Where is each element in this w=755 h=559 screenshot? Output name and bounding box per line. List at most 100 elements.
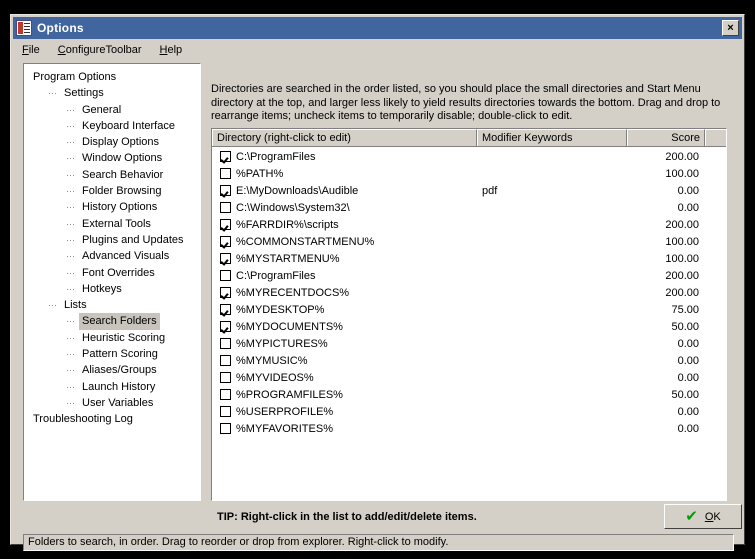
row-checkbox[interactable] xyxy=(220,406,231,417)
table-row[interactable]: %COMMONSTARTMENU% 100.00 xyxy=(212,233,726,250)
cell-score: 0.00 xyxy=(677,354,699,367)
sidebar-item-settings[interactable]: ··· Settings xyxy=(24,85,200,101)
sidebar-item-aliases-groups[interactable]: ··· Aliases/Groups xyxy=(24,362,200,378)
options-list-icon xyxy=(16,20,32,36)
sidebar-item-search-behavior[interactable]: ··· Search Behavior xyxy=(24,167,200,183)
row-checkbox[interactable] xyxy=(220,236,231,247)
directory-label: %USERPROFILE% xyxy=(236,405,334,418)
menu-item-configuretoolbar[interactable]: ConfigureToolbar xyxy=(49,43,151,57)
row-checkbox[interactable] xyxy=(220,202,231,213)
menu-item-file[interactable]: File xyxy=(13,43,49,57)
sidebar-item-plugins-and-updates[interactable]: ··· Plugins and Updates xyxy=(24,232,200,248)
row-checkbox[interactable] xyxy=(220,338,231,349)
table-row[interactable]: %MYPICTURES% 0.00 xyxy=(212,335,726,352)
table-row[interactable]: C:\Windows\System32\ 0.00 xyxy=(212,199,726,216)
sidebar-item-window-options[interactable]: ··· Window Options xyxy=(24,150,200,166)
cell-directory: %MYRECENTDOCS% xyxy=(212,287,477,299)
sidebar-item-label: History Options xyxy=(82,201,158,214)
cell-directory: %FARRDIR%\scripts xyxy=(212,219,477,231)
tree-branch-icon: ··· xyxy=(66,169,75,180)
tree-branch-icon: ··· xyxy=(66,316,75,327)
menu-item-help[interactable]: Help xyxy=(151,43,192,57)
cell-score: 0.00 xyxy=(677,422,699,435)
row-checkbox[interactable] xyxy=(220,287,231,298)
table-row[interactable]: %PATH% 100.00 xyxy=(212,165,726,182)
sidebar-item-label: Lists xyxy=(64,299,87,312)
sidebar-item-label: Window Options xyxy=(82,152,163,165)
cell-directory: %COMMONSTARTMENU% xyxy=(212,236,477,248)
sidebar-item-label: Keyboard Interface xyxy=(82,119,175,132)
directory-label: %MYDOCUMENTS% xyxy=(236,320,343,333)
tree-branch-icon: ··· xyxy=(66,186,75,197)
directory-label: %COMMONSTARTMENU% xyxy=(236,235,375,248)
sidebar-item-external-tools[interactable]: ··· External Tools xyxy=(24,216,200,232)
sidebar-item-label: Advanced Visuals xyxy=(82,250,170,263)
sidebar-item-display-options[interactable]: ··· Display Options xyxy=(24,134,200,150)
row-checkbox[interactable] xyxy=(220,253,231,264)
sidebar-item-launch-history[interactable]: ··· Launch History xyxy=(24,379,200,395)
column-header-directory[interactable]: Directory (right-click to edit) xyxy=(212,129,477,146)
sidebar-item-label: Program Options xyxy=(33,71,117,83)
sidebar-item-general[interactable]: ··· General xyxy=(24,102,200,118)
row-checkbox[interactable] xyxy=(220,185,231,196)
sidebar-item-folder-browsing[interactable]: ··· Folder Browsing xyxy=(24,183,200,199)
sidebar-item-user-variables[interactable]: ··· User Variables xyxy=(24,395,200,411)
ok-button[interactable]: ✔ OK xyxy=(664,504,742,529)
sidebar-item-heuristic-scoring[interactable]: ··· Heuristic Scoring xyxy=(24,330,200,346)
sidebar-item-advanced-visuals[interactable]: ··· Advanced Visuals xyxy=(24,248,200,264)
table-row[interactable]: %MYDOCUMENTS% 50.00 xyxy=(212,318,726,335)
sidebar-item-label: Heuristic Scoring xyxy=(82,331,166,344)
cell-directory: %MYDESKTOP% xyxy=(212,304,477,316)
tree-branch-icon: ··· xyxy=(66,397,75,408)
close-icon[interactable]: × xyxy=(722,20,739,36)
search-folders-list[interactable]: Directory (right-click to edit) Modifier… xyxy=(211,128,727,501)
table-row[interactable]: %MYRECENTDOCS% 200.00 xyxy=(212,284,726,301)
row-checkbox[interactable] xyxy=(220,321,231,332)
cell-directory: %USERPROFILE% xyxy=(212,406,477,418)
column-header-spacer[interactable] xyxy=(705,129,726,146)
table-row[interactable]: %MYMUSIC% 0.00 xyxy=(212,352,726,369)
table-row[interactable]: %PROGRAMFILES% 50.00 xyxy=(212,386,726,403)
tree-branch-icon: ··· xyxy=(66,218,75,229)
sidebar-item-lists[interactable]: ··· Lists xyxy=(24,297,200,313)
tree-branch-icon: ··· xyxy=(48,300,57,311)
row-checkbox[interactable] xyxy=(220,270,231,281)
directory-label: %PATH% xyxy=(236,167,284,180)
row-checkbox[interactable] xyxy=(220,423,231,434)
table-row[interactable]: C:\ProgramFiles 200.00 xyxy=(212,267,726,284)
table-row[interactable]: %MYVIDEOS% 0.00 xyxy=(212,369,726,386)
row-checkbox[interactable] xyxy=(220,151,231,162)
sidebar-item-keyboard-interface[interactable]: ··· Keyboard Interface xyxy=(24,118,200,134)
sidebar-item-history-options[interactable]: ··· History Options xyxy=(24,199,200,215)
column-header-modifier-keywords[interactable]: Modifier Keywords xyxy=(477,129,627,146)
row-checkbox[interactable] xyxy=(220,219,231,230)
table-row[interactable]: %MYFAVORITES% 0.00 xyxy=(212,420,726,437)
table-row[interactable]: %FARRDIR%\scripts 200.00 xyxy=(212,216,726,233)
tree-branch-icon: ··· xyxy=(66,104,75,115)
sidebar-item-hotkeys[interactable]: ··· Hotkeys xyxy=(24,281,200,297)
checkmark-icon: ✔ xyxy=(685,508,698,525)
row-checkbox[interactable] xyxy=(220,389,231,400)
directory-label: %MYSTARTMENU% xyxy=(236,252,340,265)
table-row[interactable]: %MYSTARTMENU% 100.00 xyxy=(212,250,726,267)
cell-score: 50.00 xyxy=(671,320,699,333)
sidebar-item-search-folders[interactable]: ··· Search Folders xyxy=(24,313,200,330)
column-header-score[interactable]: Score xyxy=(627,129,705,146)
table-row[interactable]: %USERPROFILE% 0.00 xyxy=(212,403,726,420)
row-checkbox[interactable] xyxy=(220,355,231,366)
directory-label: C:\ProgramFiles xyxy=(236,150,316,163)
row-checkbox[interactable] xyxy=(220,168,231,179)
cell-score: 75.00 xyxy=(671,303,699,316)
table-row[interactable]: %MYDESKTOP% 75.00 xyxy=(212,301,726,318)
sidebar-item-program-options[interactable]: Program Options xyxy=(24,69,200,85)
cell-directory: %MYFAVORITES% xyxy=(212,423,477,435)
sidebar-item-pattern-scoring[interactable]: ··· Pattern Scoring xyxy=(24,346,200,362)
options-tree[interactable]: Program Options ··· Settings ··· General ··· K… xyxy=(23,63,201,501)
sidebar-item-font-overrides[interactable]: ··· Font Overrides xyxy=(24,265,200,281)
sidebar-item-label: Search Folders xyxy=(79,313,160,330)
sidebar-item-troubleshooting-log[interactable]: Troubleshooting Log xyxy=(24,411,200,427)
table-row[interactable]: E:\MyDownloads\Audible pdf 0.00 xyxy=(212,182,726,199)
row-checkbox[interactable] xyxy=(220,304,231,315)
row-checkbox[interactable] xyxy=(220,372,231,383)
table-row[interactable]: C:\ProgramFiles 200.00 xyxy=(212,148,726,165)
